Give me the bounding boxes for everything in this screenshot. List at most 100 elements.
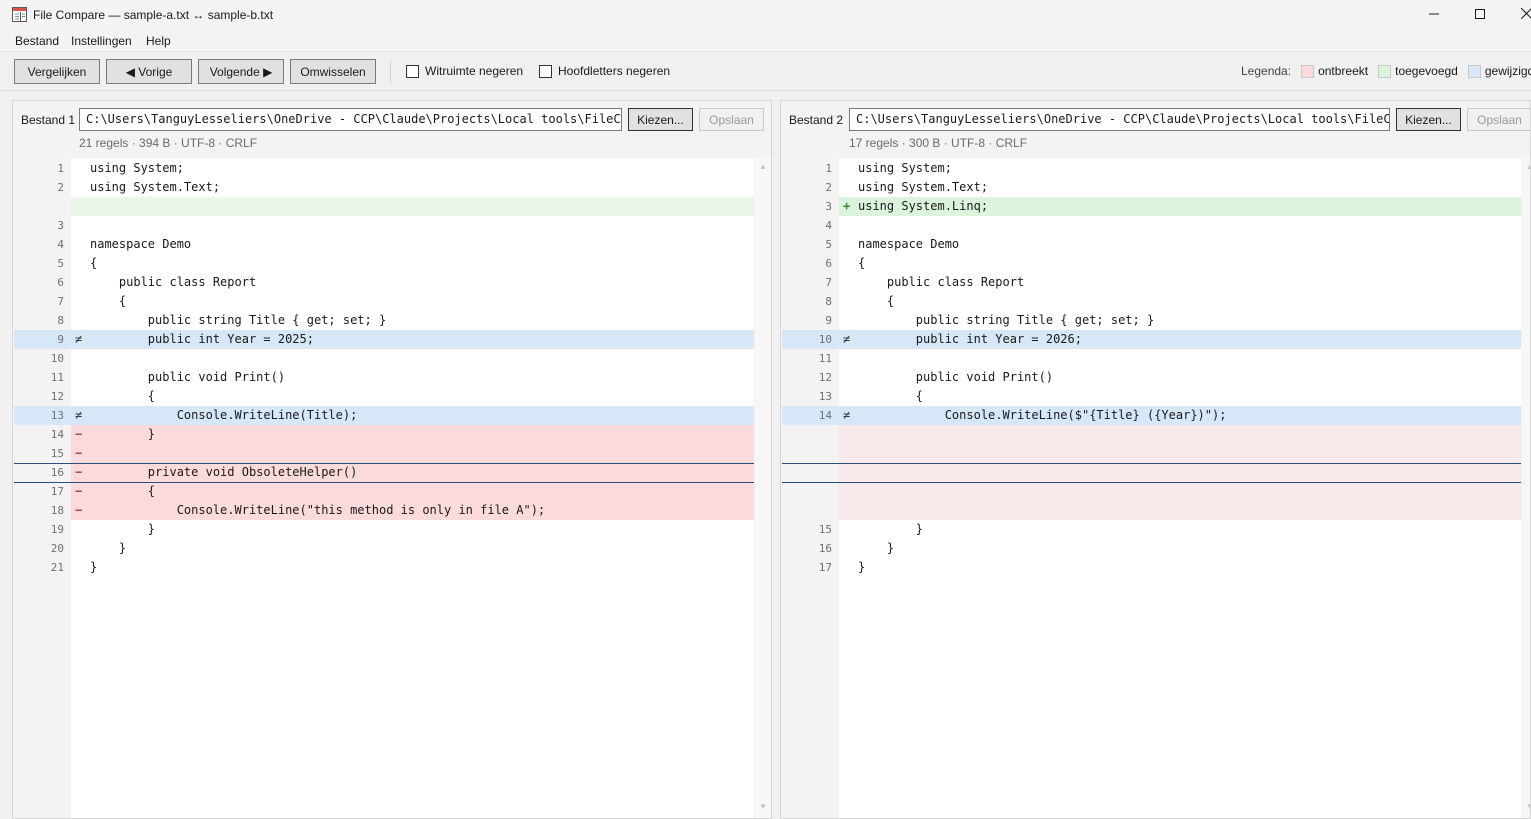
file-1-save-button[interactable]: Opslaan bbox=[699, 108, 764, 131]
code-text: public void Print() bbox=[90, 370, 286, 384]
diff-line-equal: 20 } bbox=[14, 539, 754, 558]
close-button[interactable] bbox=[1503, 0, 1531, 30]
code-text: { bbox=[90, 484, 156, 498]
maximize-button[interactable] bbox=[1457, 0, 1503, 30]
file-1-editor[interactable]: 1 using System; 2 using System.Text; 3 4 names… bbox=[14, 158, 754, 818]
line-number: 18 bbox=[50, 504, 64, 517]
menu-instellingen[interactable]: Instellingen bbox=[71, 34, 132, 48]
minimize-icon bbox=[1429, 8, 1439, 22]
minimize-button[interactable] bbox=[1411, 0, 1457, 30]
file-2-label: Bestand 2 bbox=[789, 113, 844, 127]
line-number: 9 bbox=[57, 333, 64, 346]
line-number: 8 bbox=[57, 314, 64, 327]
code-text: public void Print() bbox=[858, 370, 1054, 384]
line-number: 19 bbox=[50, 523, 64, 536]
file-1-label: Bestand 1 bbox=[21, 113, 76, 127]
toolbar: Vergelijken ◀ Vorige Volgende ▶ Omwissel… bbox=[0, 53, 1531, 91]
diff-line-equal: 3 bbox=[14, 216, 754, 235]
line-number: 8 bbox=[825, 295, 832, 308]
ignore-case-label: Hoofdletters negeren bbox=[558, 64, 671, 78]
line-number: 10 bbox=[50, 352, 64, 365]
ignore-case-checkbox[interactable]: Hoofdletters negeren bbox=[539, 64, 670, 78]
diff-line-highlight bbox=[839, 501, 1521, 520]
line-number: 11 bbox=[50, 371, 64, 384]
diff-line-deleted: 14− } bbox=[14, 425, 754, 444]
line-number: 1 bbox=[57, 162, 64, 175]
line-number: 20 bbox=[50, 542, 64, 555]
diff-line-equal: 2 using System.Text; bbox=[14, 178, 754, 197]
file-2-save-button[interactable]: Opslaan bbox=[1467, 108, 1530, 131]
code-text: public string Title { get; set; } bbox=[858, 313, 1155, 327]
line-number: 4 bbox=[825, 219, 832, 232]
legend-swatch-modified bbox=[1467, 64, 1481, 78]
window-title: File Compare — sample-a.txt ↔ sample-b.t… bbox=[33, 8, 274, 22]
diff-line-equal: 10 bbox=[14, 349, 754, 368]
line-number: 2 bbox=[57, 181, 64, 194]
diff-line-equal: 12 { bbox=[14, 387, 754, 406]
legend-item-added: toegevoegd bbox=[1378, 64, 1458, 78]
diff-line-placeholder-deleted bbox=[782, 501, 1521, 520]
diff-line-equal: 16 } bbox=[782, 539, 1521, 558]
diff-marker: ≠ bbox=[75, 332, 83, 346]
line-number: 13 bbox=[818, 390, 832, 403]
line-number: 16 bbox=[50, 466, 64, 479]
diff-marker: ≠ bbox=[843, 408, 851, 422]
menu-bestand[interactable]: Bestand bbox=[15, 34, 59, 48]
file-2-path-input[interactable]: C:\Users\TanguyLesseliers\OneDrive - CCP… bbox=[849, 108, 1390, 131]
code-text: Console.WriteLine("this method is only i… bbox=[90, 503, 546, 517]
code-text: } bbox=[858, 522, 924, 536]
file-1-path-input[interactable]: C:\Users\TanguyLesseliers\OneDrive - CCP… bbox=[79, 108, 622, 131]
line-number: 6 bbox=[825, 257, 832, 270]
diff-line-equal: 7 { bbox=[14, 292, 754, 311]
legend-label: gewijzigd bbox=[1484, 64, 1531, 78]
vertical-scrollbar[interactable]: ▲ ▼ bbox=[755, 158, 771, 818]
code-text: public int Year = 2026; bbox=[858, 332, 1082, 346]
scroll-up-icon[interactable]: ▲ bbox=[1526, 162, 1530, 171]
swap-button[interactable]: Omwisselen bbox=[290, 59, 376, 84]
diff-line-equal: 15 } bbox=[782, 520, 1521, 539]
legend-swatch-added bbox=[1378, 64, 1392, 78]
selection-marker-top bbox=[782, 463, 1521, 464]
diff-marker: − bbox=[75, 446, 83, 460]
diff-line-equal: 17} bbox=[782, 558, 1521, 577]
ignore-whitespace-checkbox[interactable]: Witruimte negeren bbox=[406, 64, 523, 78]
line-number: 21 bbox=[50, 561, 64, 574]
file-2-choose-button[interactable]: Kiezen... bbox=[1396, 108, 1461, 131]
code-text: { bbox=[858, 256, 866, 270]
menu-help[interactable]: Help bbox=[146, 34, 171, 48]
diff-line-placeholder-added bbox=[14, 197, 754, 216]
diff-line-highlight bbox=[71, 197, 754, 216]
code-text: using System.Text; bbox=[858, 180, 989, 194]
checkbox-box[interactable] bbox=[539, 64, 552, 78]
compare-button[interactable]: Vergelijken bbox=[14, 59, 100, 84]
code-text: namespace Demo bbox=[858, 237, 960, 251]
diff-line-equal: 11 bbox=[782, 349, 1521, 368]
code-text: using System; bbox=[90, 161, 184, 175]
line-number: 3 bbox=[57, 219, 64, 232]
scroll-down-icon[interactable]: ▼ bbox=[1526, 802, 1530, 811]
diff-line-placeholder-deleted bbox=[782, 482, 1521, 501]
scroll-up-icon[interactable]: ▲ bbox=[759, 162, 767, 171]
file-2-editor[interactable]: 1 using System; 2 using System.Text; 3 + using… bbox=[782, 158, 1521, 818]
code-text: } bbox=[90, 522, 156, 536]
file-1-choose-button[interactable]: Kiezen... bbox=[628, 108, 693, 131]
code-text: public class Report bbox=[858, 275, 1025, 289]
title-bar: File Compare — sample-a.txt ↔ sample-b.t… bbox=[0, 0, 1531, 30]
code-text: namespace Demo bbox=[90, 237, 192, 251]
previous-diff-button[interactable]: ◀ Vorige bbox=[106, 59, 192, 84]
diff-line-equal: 4 bbox=[782, 216, 1521, 235]
line-number: 17 bbox=[818, 561, 832, 574]
scroll-down-icon[interactable]: ▼ bbox=[759, 802, 767, 811]
code-text: Console.WriteLine(Title); bbox=[90, 408, 358, 422]
diff-line-highlight bbox=[839, 444, 1521, 463]
selection-marker-top bbox=[14, 463, 754, 464]
line-number: 14 bbox=[818, 409, 832, 422]
diff-line-modified: 13 ≠ Console.WriteLine(Title); bbox=[14, 406, 754, 425]
checkbox-box[interactable] bbox=[406, 64, 419, 78]
next-diff-button[interactable]: Volgende ▶ bbox=[198, 59, 284, 84]
maximize-icon bbox=[1475, 8, 1485, 22]
vertical-scrollbar[interactable]: ▲ ▼ bbox=[1522, 158, 1530, 818]
diff-marker: − bbox=[75, 484, 83, 498]
line-number: 12 bbox=[50, 390, 64, 403]
diff-line-equal: 4 namespace Demo bbox=[14, 235, 754, 254]
